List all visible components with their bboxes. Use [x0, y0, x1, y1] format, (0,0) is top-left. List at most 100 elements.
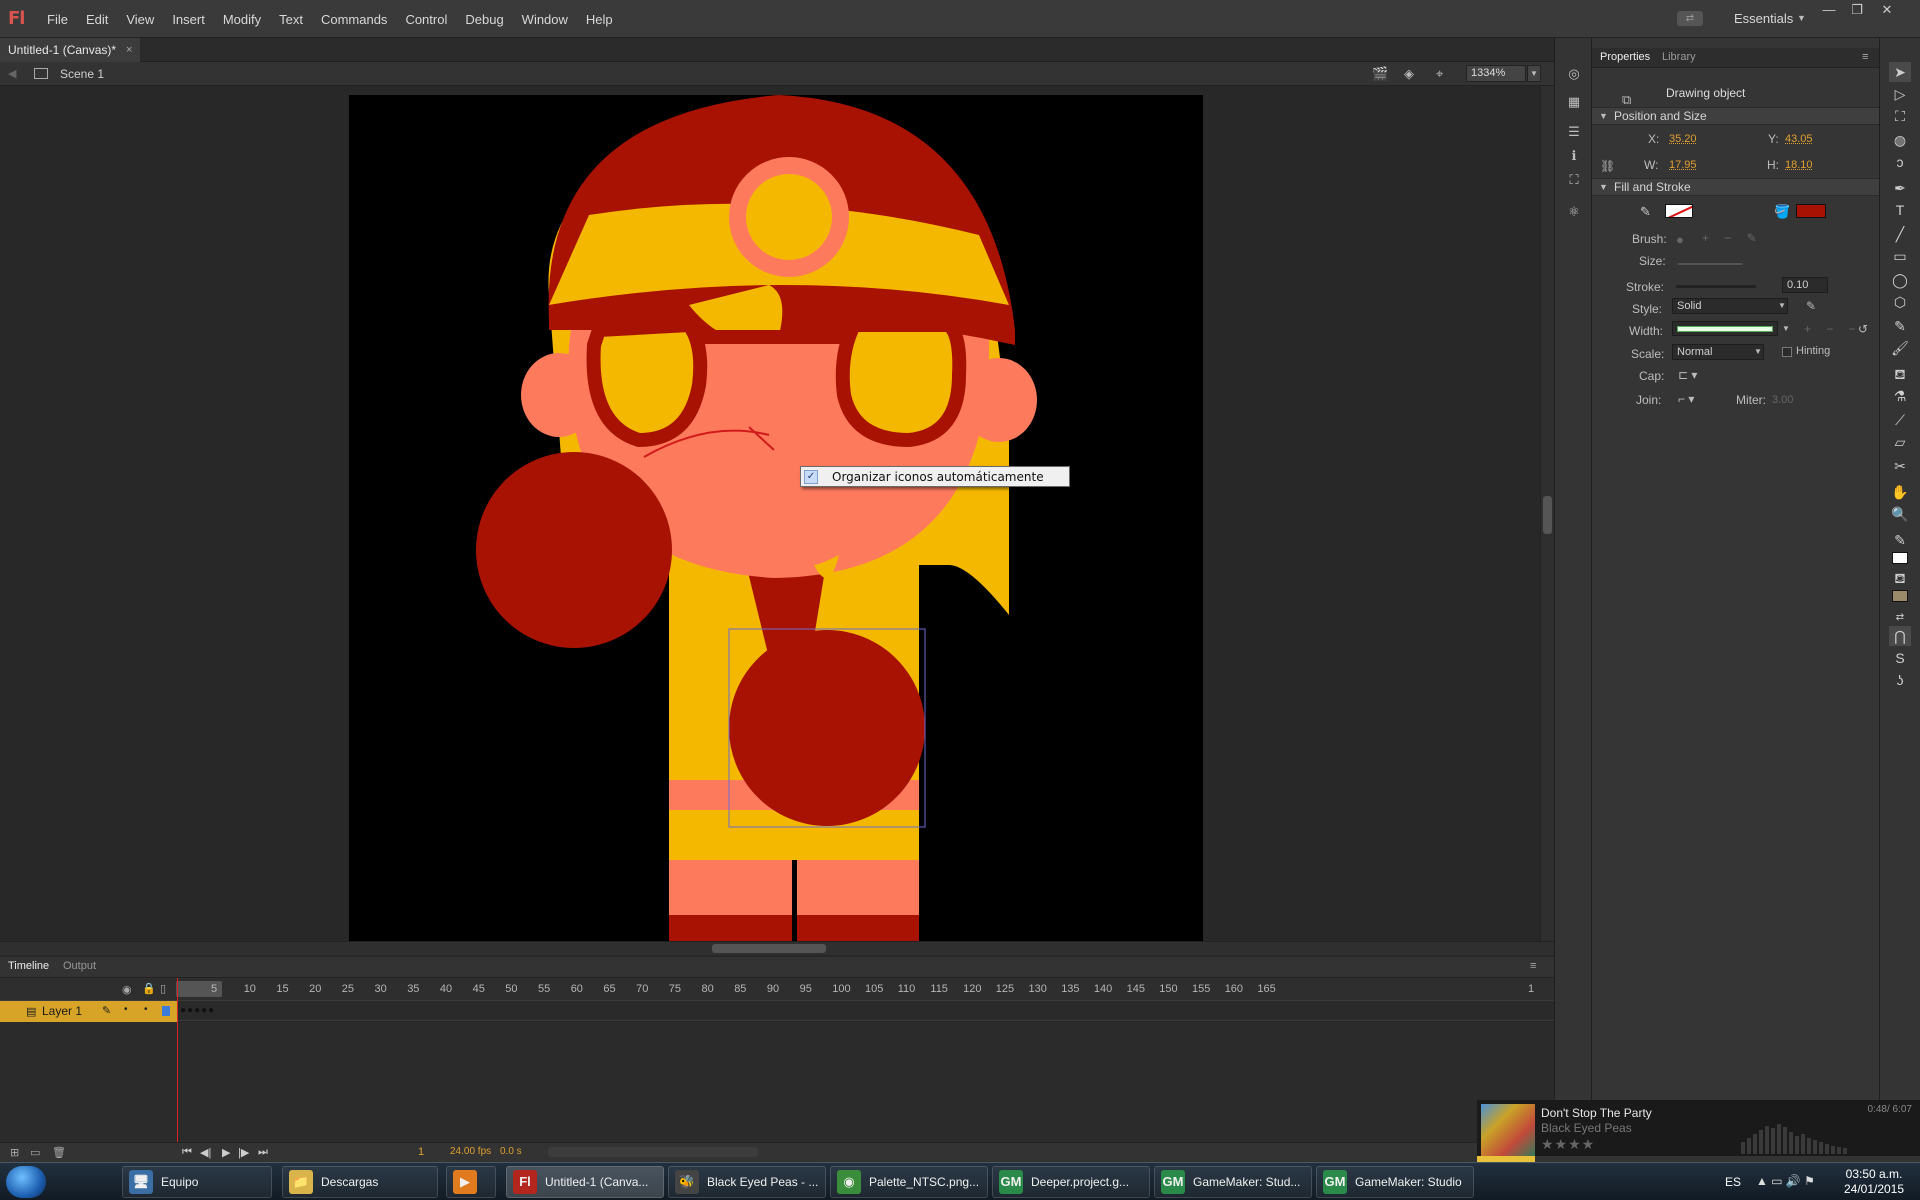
edit-stroke-style-icon[interactable]: ✎	[1806, 299, 1816, 313]
back-arrow-icon[interactable]: ◀	[8, 67, 16, 80]
x-value[interactable]: 35.20	[1669, 133, 1697, 145]
outline-icon[interactable]: ▯	[160, 982, 166, 995]
fill-color-swatch[interactable]	[1889, 586, 1911, 606]
frame-ruler[interactable]: ◉ 🔒 ▯ 5 10 15 20 25 30 35 40 45 50 55 60 65 70 75 80 85 9…	[0, 978, 1554, 1000]
pencil-tool-icon[interactable]: ✎	[1889, 316, 1911, 336]
system-clock[interactable]: 03:50 a.m. 24/01/2015	[1836, 1167, 1912, 1197]
elapsed-time[interactable]: 0.0 s	[500, 1146, 522, 1157]
menu-commands[interactable]: Commands	[312, 12, 396, 27]
stroke-color-swatch[interactable]	[1889, 548, 1911, 568]
zoom-input[interactable]: 1334%	[1466, 65, 1526, 82]
menu-insert[interactable]: Insert	[163, 12, 214, 27]
chevron-down-icon[interactable]: ▼	[1797, 13, 1806, 23]
fps-value[interactable]: 24.00 fps	[450, 1146, 491, 1157]
taskbar-item[interactable]: GM GameMaker: Stud...	[1154, 1166, 1312, 1198]
stroke-color-icon[interactable]: ✎	[1889, 530, 1911, 550]
start-button-icon[interactable]	[6, 1166, 46, 1198]
snap-magnet-icon[interactable]: ⋂	[1889, 626, 1911, 646]
restore-icon[interactable]: ❐	[1843, 2, 1871, 20]
zoom-dropdown-icon[interactable]: ▼	[1527, 65, 1541, 82]
free-transform-tool-icon[interactable]: ⛶	[1889, 106, 1911, 126]
menu-help[interactable]: Help	[577, 12, 622, 27]
lock-dot-icon[interactable]: •	[144, 1004, 148, 1015]
eyedropper-tool-icon[interactable]: ⟋	[1889, 410, 1911, 430]
tab-library[interactable]: Library	[1662, 51, 1696, 63]
layer-name[interactable]: Layer 1	[42, 1004, 82, 1018]
menu-window[interactable]: Window	[513, 12, 577, 27]
zoom-tool-icon[interactable]: 🔍	[1889, 504, 1911, 524]
current-frame[interactable]: 1	[418, 1146, 424, 1158]
context-menu-item[interactable]: Organizar iconos automáticamente	[832, 470, 1044, 484]
visibility-dot-icon[interactable]: •	[124, 1004, 128, 1015]
fill-color-swatch[interactable]	[1796, 204, 1826, 218]
last-frame-icon[interactable]: ⏭	[258, 1146, 268, 1159]
motion-presets-icon[interactable]: ⚛	[1565, 204, 1583, 220]
stage-canvas[interactable]	[349, 95, 1203, 941]
minimize-icon[interactable]: —	[1815, 2, 1843, 20]
pen-tool-icon[interactable]: ✒	[1889, 178, 1911, 198]
fill-color-icon[interactable]: ⛾	[1889, 568, 1911, 588]
eye-icon[interactable]: ◉	[122, 983, 132, 996]
panel-menu-icon[interactable]: ≡	[1862, 51, 1868, 63]
new-folder-icon[interactable]: ▭	[30, 1146, 40, 1159]
swap-colors-icon[interactable]: ⇄	[1889, 608, 1911, 628]
oval-tool-icon[interactable]: ◯	[1889, 270, 1911, 290]
y-value[interactable]: 43.05	[1785, 133, 1813, 145]
rectangle-tool-icon[interactable]: ▭	[1889, 246, 1911, 266]
stroke-slider[interactable]	[1676, 285, 1756, 288]
info-icon[interactable]: ℹ	[1565, 148, 1583, 164]
eraser-tool-icon[interactable]: ▱	[1889, 432, 1911, 452]
vertical-scrollbar[interactable]	[1540, 86, 1554, 941]
menu-view[interactable]: View	[117, 12, 163, 27]
tab-output[interactable]: Output	[63, 960, 96, 972]
tray-icons[interactable]: ▲ ▭ 🔊 ⚑	[1756, 1174, 1815, 1188]
section-fill-stroke[interactable]: ▼ Fill and Stroke	[1592, 178, 1879, 196]
taskbar-item[interactable]: ◉ Palette_NTSC.png...	[830, 1166, 988, 1198]
layer-row[interactable]: ▤ Layer 1 ✎ • • ●●●●●	[0, 1000, 1554, 1022]
chevron-down-icon[interactable]: ▼	[1782, 324, 1790, 333]
width-profile-select[interactable]	[1672, 321, 1778, 336]
timeline-hscroll[interactable]	[548, 1147, 758, 1157]
lock-icon[interactable]: 🔒	[142, 982, 156, 995]
taskbar-item[interactable]: GM GameMaker: Studio	[1316, 1166, 1474, 1198]
3d-rotation-tool-icon[interactable]: ◍	[1889, 130, 1911, 150]
menu-control[interactable]: Control	[396, 12, 456, 27]
edit-scene-icon[interactable]: 🎬	[1372, 66, 1388, 82]
language-indicator[interactable]: ES	[1725, 1175, 1741, 1189]
tab-properties[interactable]: Properties	[1600, 51, 1650, 63]
new-layer-icon[interactable]: ⊞	[10, 1146, 19, 1159]
color-wheel-icon[interactable]: ◎	[1565, 66, 1583, 82]
line-tool-icon[interactable]: ╱	[1889, 224, 1911, 244]
scroll-thumb[interactable]	[1543, 496, 1552, 534]
chevron-down-icon[interactable]: ▼	[1754, 347, 1762, 356]
text-tool-icon[interactable]: T	[1889, 200, 1911, 220]
lasso-tool-icon[interactable]: ↄ	[1889, 152, 1911, 172]
first-frame-icon[interactable]: ⏮	[182, 1146, 192, 1159]
smooth-icon[interactable]: S	[1889, 648, 1911, 668]
horizontal-scrollbar[interactable]	[0, 941, 1554, 955]
menu-file[interactable]: File	[38, 12, 77, 27]
step-forward-icon[interactable]: |▶	[238, 1146, 249, 1159]
selection-tool-icon[interactable]: ➤	[1889, 62, 1911, 82]
menu-debug[interactable]: Debug	[456, 12, 512, 27]
hand-tool-icon[interactable]: ✋	[1889, 482, 1911, 502]
playhead[interactable]	[177, 978, 178, 1143]
hinting-checkbox[interactable]	[1782, 347, 1792, 357]
w-value[interactable]: 17.95	[1669, 159, 1697, 171]
chevron-down-icon[interactable]: ▼	[1778, 301, 1786, 310]
menu-modify[interactable]: Modify	[214, 12, 270, 27]
subselection-tool-icon[interactable]: ▷	[1889, 84, 1911, 104]
bucket-tool-icon[interactable]: ⛾	[1889, 364, 1911, 384]
center-stage-icon[interactable]: ⌖	[1436, 66, 1443, 82]
ink-bottle-tool-icon[interactable]: ⚗	[1889, 386, 1911, 406]
trash-icon[interactable]: 🗑	[52, 1146, 66, 1159]
scroll-thumb[interactable]	[712, 944, 826, 953]
style-select[interactable]: Solid	[1672, 298, 1788, 314]
layer-header[interactable]: ▤ Layer 1 ✎ • •	[0, 1001, 178, 1022]
size-slider[interactable]	[1678, 263, 1742, 265]
join-style-icon[interactable]: ⌐ ▾	[1678, 392, 1694, 406]
transform-icon[interactable]: ⛶	[1565, 172, 1583, 188]
section-position-size[interactable]: ▼ Position and Size	[1592, 107, 1879, 125]
media-player-widget[interactable]: Don't Stop The Party Black Eyed Peas ★★★…	[1477, 1100, 1920, 1162]
h-value[interactable]: 18.10	[1785, 159, 1813, 171]
